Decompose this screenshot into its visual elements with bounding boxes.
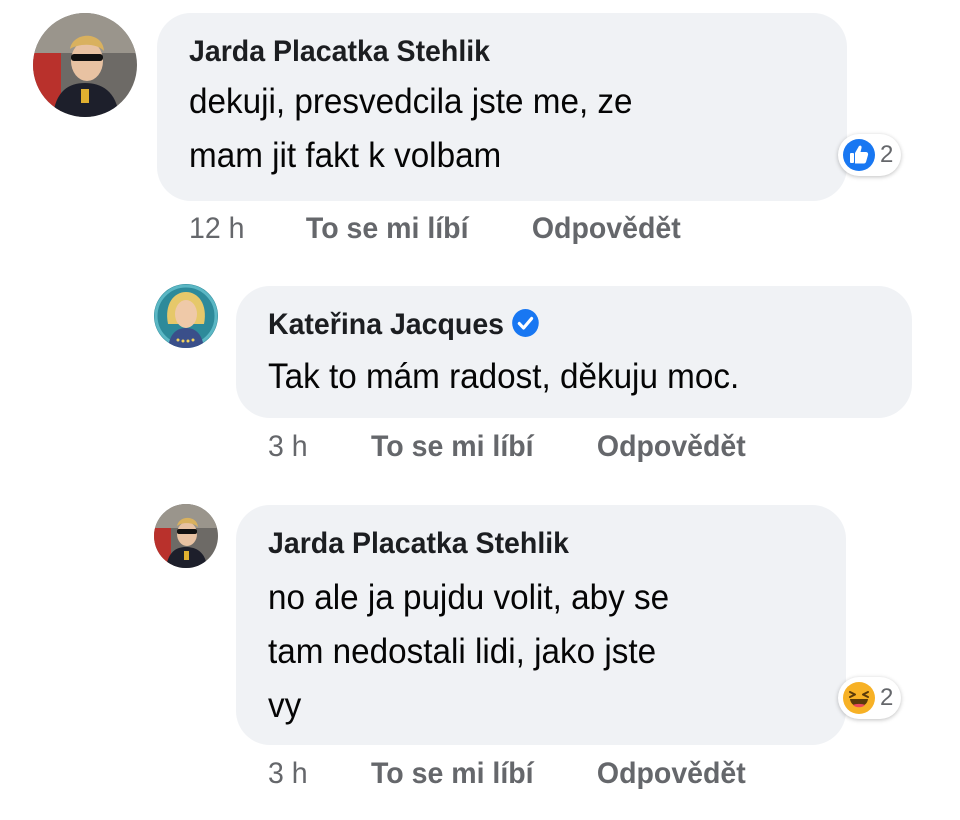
reaction-summary[interactable]: 2 xyxy=(838,677,902,719)
comment-text: dekuji, presvedcila jste me, ze mam jit … xyxy=(189,82,633,175)
comment-text: Tak to mám radost, děkuju moc. xyxy=(268,357,740,396)
comment-bubble: Jarda Placatka Stehlik dekuji, presvedci… xyxy=(157,13,847,201)
reply-button[interactable]: Odpovědět xyxy=(597,430,746,463)
avatar-photo xyxy=(33,13,137,117)
verified-badge-icon xyxy=(512,308,541,338)
comment-text: no ale ja pujdu volit, aby se tam nedost… xyxy=(268,578,670,725)
author-name-text: Kateřina Jacques xyxy=(268,308,505,341)
reply-button[interactable]: Odpovědět xyxy=(597,757,746,790)
comment-timestamp[interactable]: 3 h xyxy=(268,430,308,463)
author-avatar[interactable] xyxy=(33,13,137,117)
like-icon xyxy=(842,138,876,172)
comment-author-name[interactable]: Jarda Placatka Stehlik xyxy=(189,35,490,69)
like-comment-button[interactable]: To se mi líbí xyxy=(371,757,534,790)
comment-actions: 3 h To se mi líbí Odpovědět xyxy=(268,757,746,791)
like-comment-button[interactable]: To se mi líbí xyxy=(306,212,469,245)
comment-author-name[interactable]: Jarda Placatka Stehlik xyxy=(268,527,569,561)
reaction-count: 2 xyxy=(880,141,894,168)
reply-button[interactable]: Odpovědět xyxy=(532,212,681,245)
comment-bubble: Jarda Placatka Stehlik no ale ja pujdu v… xyxy=(236,505,846,745)
avatar-photo xyxy=(154,284,218,348)
comment-timestamp[interactable]: 3 h xyxy=(268,757,308,790)
avatar-photo xyxy=(154,504,218,568)
comment-actions: 3 h To se mi líbí Odpovědět xyxy=(268,430,746,464)
comment-author-name[interactable]: Kateřina Jacques xyxy=(268,308,540,342)
reaction-summary[interactable]: 2 xyxy=(838,134,902,176)
author-avatar[interactable] xyxy=(154,284,218,348)
author-avatar[interactable] xyxy=(154,504,218,568)
reaction-count: 2 xyxy=(880,684,894,711)
like-comment-button[interactable]: To se mi líbí xyxy=(371,430,534,463)
comment-timestamp[interactable]: 12 h xyxy=(189,212,244,245)
comment-actions: 12 h To se mi líbí Odpovědět xyxy=(189,212,681,246)
comment-bubble: Kateřina Jacques Tak to mám radost, děku… xyxy=(236,286,912,418)
haha-icon xyxy=(842,681,876,715)
